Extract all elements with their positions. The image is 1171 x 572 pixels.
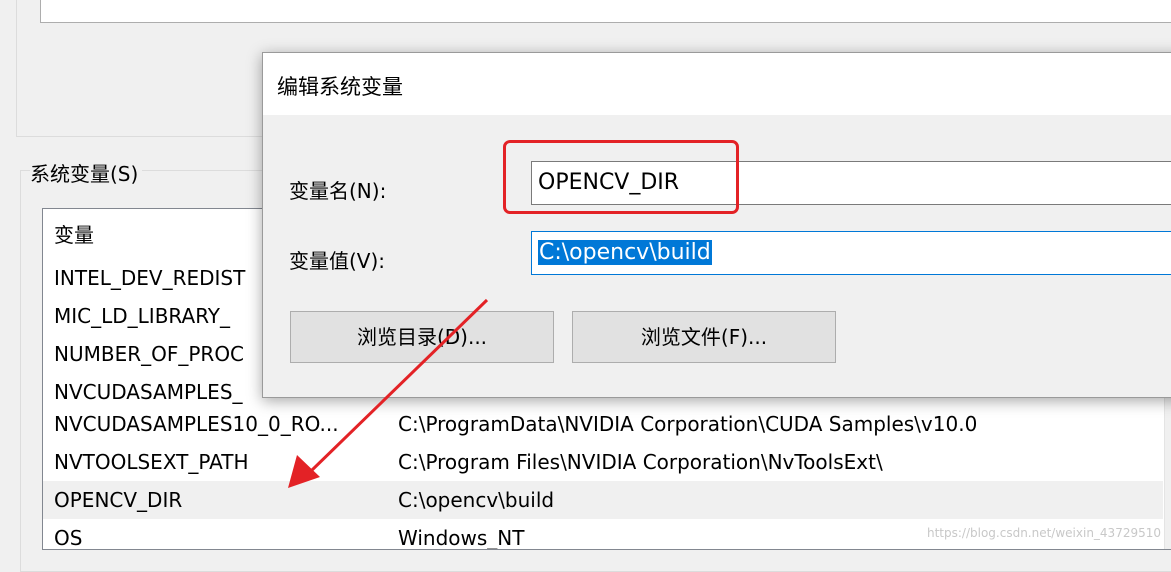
watermark: https://blog.csdn.net/weixin_43729510 <box>926 526 1161 540</box>
annotation-arrow-icon <box>288 298 489 488</box>
